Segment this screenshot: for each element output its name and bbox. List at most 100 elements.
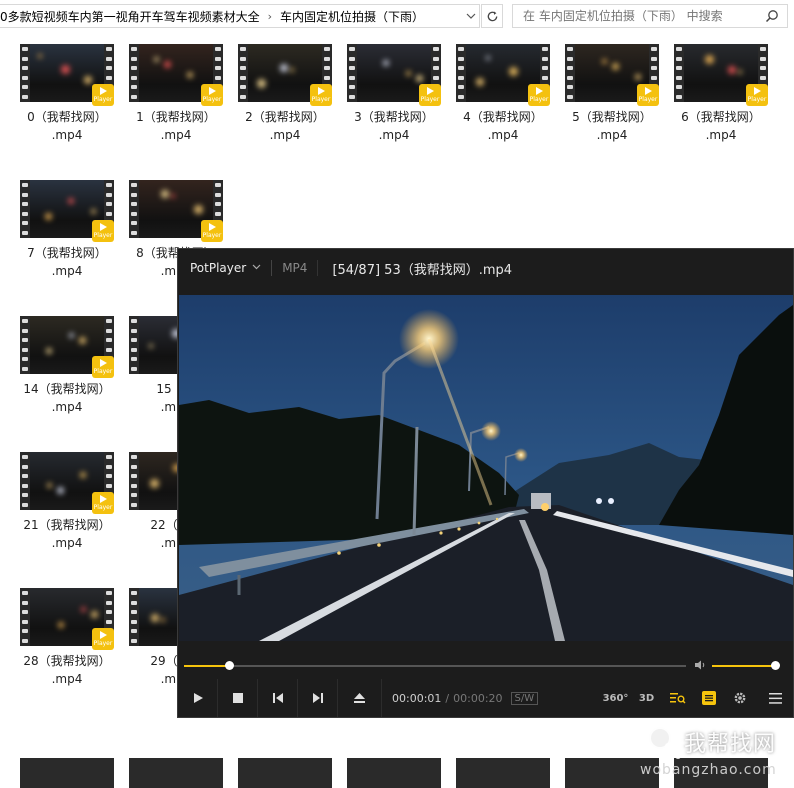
video-thumbnail[interactable]: Player xyxy=(347,44,441,106)
video-thumbnail[interactable]: Player xyxy=(20,44,114,106)
file-name-line: 5（我帮找网） xyxy=(572,110,652,124)
file-item[interactable]: Player 14（我帮找网） .mp4 xyxy=(8,306,114,436)
file-item[interactable]: Player 6（我帮找网） .mp4 xyxy=(662,34,768,164)
video-thumbnail[interactable]: Player xyxy=(456,44,550,106)
file-item[interactable]: Player 3（我帮找网） .mp4 xyxy=(335,34,441,164)
chevron-down-icon[interactable] xyxy=(252,263,261,273)
address-bar[interactable]: 0多款短视频车内第一视角开车驾车视频素材大全 › 车内固定机位拍摄（下雨） xyxy=(0,4,480,28)
video-thumbnail[interactable]: Player xyxy=(129,44,223,106)
potplayer-badge-icon: Player xyxy=(92,220,114,242)
next-button[interactable] xyxy=(298,679,338,717)
settings-button[interactable] xyxy=(724,679,755,717)
badge-label: Player xyxy=(420,96,440,103)
file-name[interactable]: 6（我帮找网） .mp4 xyxy=(662,108,780,144)
file-name[interactable]: 21（我帮找网） .mp4 xyxy=(8,516,126,552)
file-name-line: 6（我帮找网） xyxy=(681,110,761,124)
hamburger-menu-icon xyxy=(768,692,782,704)
search-field[interactable] xyxy=(512,4,788,28)
badge-label: Player xyxy=(93,96,113,103)
file-item[interactable]: Player 5（我帮找网） .mp4 xyxy=(553,34,659,164)
volume-icon[interactable] xyxy=(694,660,706,673)
previous-button[interactable] xyxy=(258,679,298,717)
refresh-icon xyxy=(487,10,497,21)
file-item-partial[interactable] xyxy=(129,758,223,788)
badge-label: Player xyxy=(202,232,222,239)
file-extension: .mp4 xyxy=(378,128,410,142)
refresh-button[interactable] xyxy=(481,4,503,28)
file-item[interactable]: Player 0（我帮找网） .mp4 xyxy=(8,34,114,164)
player-title-bar[interactable]: PotPlayer MP4 [54/87] 53（我帮找网）.mp4 xyxy=(178,249,794,287)
player-brand-menu[interactable]: PotPlayer xyxy=(178,261,246,275)
video-thumbnail[interactable]: Player xyxy=(20,452,114,514)
file-name[interactable]: 4（我帮找网） .mp4 xyxy=(444,108,562,144)
file-item[interactable]: Player 2（我帮找网） .mp4 xyxy=(226,34,332,164)
file-item-partial[interactable] xyxy=(347,758,441,788)
playlist-search-button[interactable] xyxy=(662,679,693,717)
seek-bar[interactable] xyxy=(184,661,686,670)
potplayer-badge-icon: Player xyxy=(528,84,550,106)
stop-button[interactable] xyxy=(218,679,258,717)
file-extension: .mp4 xyxy=(596,128,628,142)
gear-icon xyxy=(734,692,745,704)
file-name[interactable]: 1（我帮找网） .mp4 xyxy=(117,108,235,144)
file-name-line: 21（我帮找网） xyxy=(23,518,111,532)
file-name-line: 2（我帮找网） xyxy=(245,110,325,124)
video-thumbnail[interactable]: Player xyxy=(674,44,768,106)
video-thumbnail[interactable]: Player xyxy=(238,44,332,106)
badge-label: Player xyxy=(747,96,767,103)
menu-button[interactable] xyxy=(755,679,794,717)
breadcrumb-separator-icon[interactable]: › xyxy=(264,10,276,23)
playlist-button[interactable] xyxy=(693,679,724,717)
player-file-title: [54/87] 53（我帮找网）.mp4 xyxy=(332,262,513,278)
potplayer-badge-icon: Player xyxy=(310,84,332,106)
potplayer-badge-icon: Player xyxy=(419,84,441,106)
play-button[interactable] xyxy=(178,679,218,717)
file-name[interactable]: 0（我帮找网） .mp4 xyxy=(8,108,126,144)
file-name[interactable]: 5（我帮找网） .mp4 xyxy=(553,108,671,144)
file-item[interactable]: Player 4（我帮找网） .mp4 xyxy=(444,34,550,164)
seek-progress xyxy=(184,665,230,667)
file-item-partial[interactable] xyxy=(20,758,114,788)
potplayer-badge-icon: Player xyxy=(637,84,659,106)
volume-slider[interactable] xyxy=(712,661,780,670)
file-item[interactable]: Player 28（我帮找网） .mp4 xyxy=(8,578,114,708)
video-scene-image xyxy=(179,295,793,641)
video-frame[interactable] xyxy=(179,295,793,641)
film-strip xyxy=(456,44,466,102)
video-thumbnail[interactable]: Player xyxy=(129,180,223,242)
film-strip xyxy=(129,180,139,238)
vr-360-button[interactable]: 360° xyxy=(600,679,631,717)
file-name[interactable]: 2（我帮找网） .mp4 xyxy=(226,108,344,144)
address-dropdown-icon[interactable] xyxy=(462,4,480,28)
file-item[interactable]: Player 7（我帮找网） .mp4 xyxy=(8,170,114,300)
skip-previous-icon xyxy=(272,693,283,703)
video-thumbnail[interactable]: Player xyxy=(20,180,114,242)
film-strip xyxy=(565,44,575,102)
seek-handle[interactable] xyxy=(225,661,235,670)
breadcrumb-parent[interactable]: 0多款短视频车内第一视角开车驾车视频素材大全 xyxy=(0,8,264,25)
badge-label: Player xyxy=(93,640,113,647)
search-input[interactable] xyxy=(523,9,753,23)
file-item-partial[interactable] xyxy=(456,758,550,788)
file-item-partial[interactable] xyxy=(238,758,332,788)
film-strip xyxy=(20,316,30,374)
file-name[interactable]: 14（我帮找网） .mp4 xyxy=(8,380,126,416)
file-item[interactable]: Player 21（我帮找网） .mp4 xyxy=(8,442,114,572)
file-name[interactable]: 7（我帮找网） .mp4 xyxy=(8,244,126,280)
potplayer-window[interactable]: PotPlayer MP4 [54/87] 53（我帮找网）.mp4 00:00… xyxy=(177,248,794,718)
video-thumbnail[interactable]: Player xyxy=(20,316,114,378)
sw-decoder-badge[interactable]: S/W xyxy=(510,691,539,705)
file-item[interactable]: Player 1（我帮找网） .mp4 xyxy=(117,34,223,164)
eject-button[interactable] xyxy=(338,679,382,717)
search-icon[interactable] xyxy=(765,9,779,23)
3d-button[interactable]: 3D xyxy=(631,679,662,717)
film-strip xyxy=(674,44,684,102)
badge-label: Player xyxy=(93,232,113,239)
video-thumbnail[interactable]: Player xyxy=(20,588,114,650)
file-name[interactable]: 28（我帮找网） .mp4 xyxy=(8,652,126,688)
file-name[interactable]: 3（我帮找网） .mp4 xyxy=(335,108,453,144)
potplayer-badge-icon: Player xyxy=(201,220,223,242)
volume-handle[interactable] xyxy=(770,661,780,670)
breadcrumb-current[interactable]: 车内固定机位拍摄（下雨） xyxy=(276,8,428,25)
video-thumbnail[interactable]: Player xyxy=(565,44,659,106)
